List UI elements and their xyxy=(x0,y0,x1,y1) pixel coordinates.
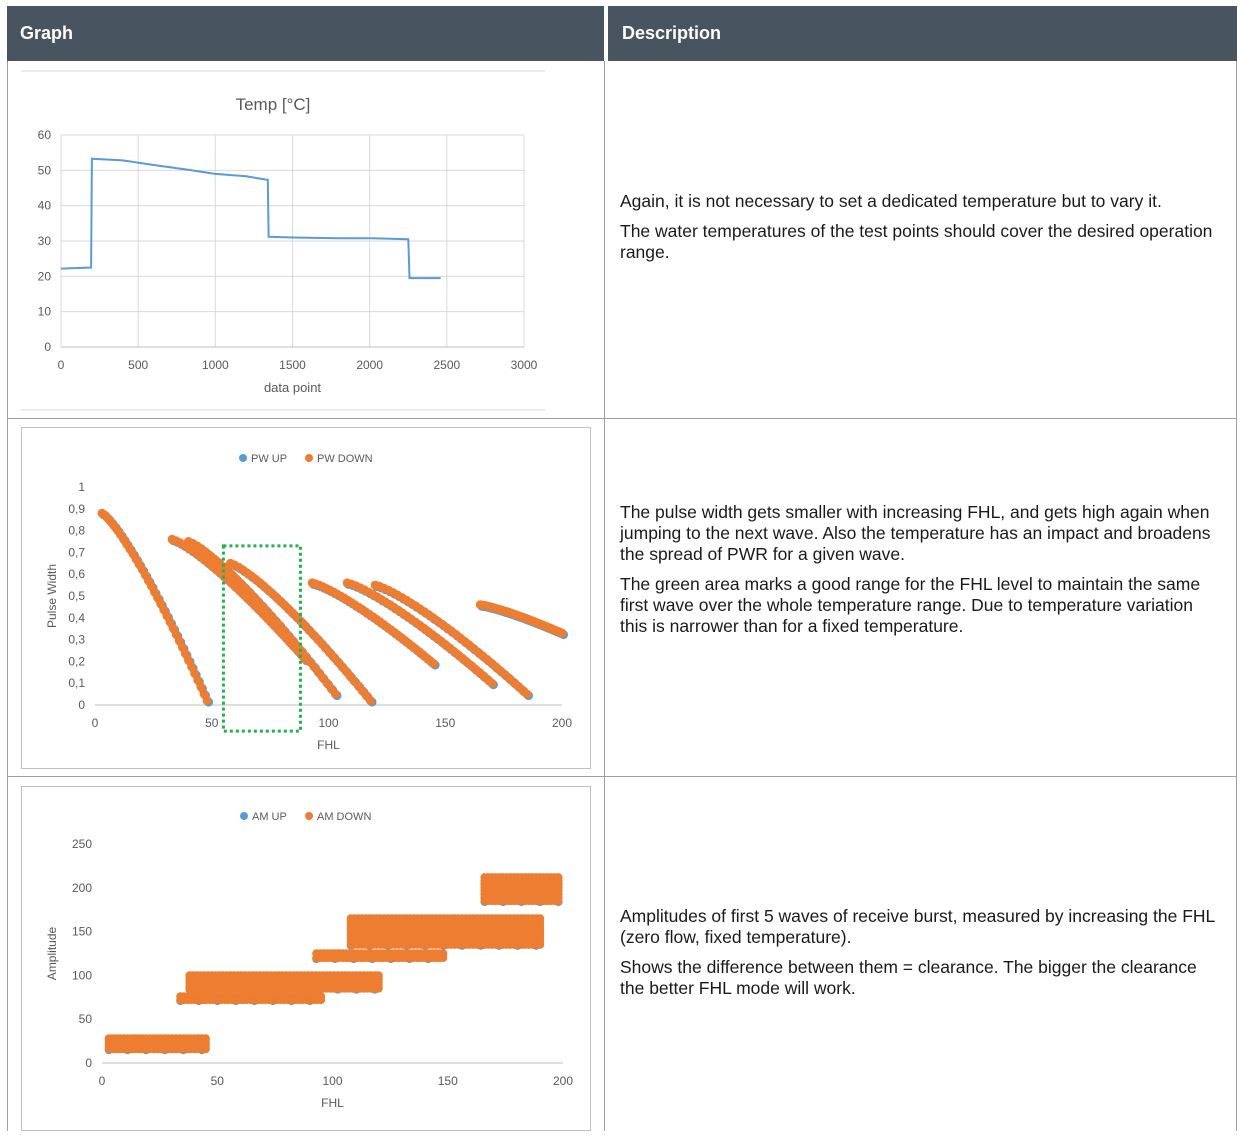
x-tick-label: 200 xyxy=(553,1074,573,1088)
y-tick-label: 0,1 xyxy=(68,676,85,690)
y-tick-label: 0,7 xyxy=(68,545,85,559)
x-tick-label: 1000 xyxy=(202,358,229,372)
x-axis-title: FHL xyxy=(321,1096,344,1110)
x-tick-label: 0 xyxy=(58,358,65,372)
x-tick-label: 200 xyxy=(552,716,572,730)
x-tick-label: 0 xyxy=(99,1074,106,1088)
x-tick-label: 150 xyxy=(435,716,455,730)
row-divider-1 xyxy=(7,418,1237,419)
y-axis-title: Pulse Width xyxy=(45,564,59,628)
temperature-line-chart: Temp [°C] 0 10 20 30 40 50 60 0 500 1000 1500 2000 25… xyxy=(21,70,545,411)
x-tick-label: 0 xyxy=(92,716,99,730)
legend-marker-pw-up xyxy=(239,454,247,462)
data-point xyxy=(202,696,212,706)
y-axis-title: Amplitude xyxy=(45,927,59,981)
data-point xyxy=(429,659,439,669)
chart-amplitude: AM UP AM DOWN 0 50 100 150 200 250 0 50 100 150 200 F… xyxy=(21,786,591,1131)
x-tick-label: 3000 xyxy=(511,358,538,372)
legend-marker-am-up xyxy=(240,812,248,820)
legend-marker-am-down xyxy=(305,812,313,820)
x-axis-title: FHL xyxy=(317,738,340,752)
row3-paragraph-2: Shows the difference between them = clea… xyxy=(620,957,1197,998)
x-tick-label: 150 xyxy=(438,1074,458,1088)
y-tick-label: 0,2 xyxy=(68,654,85,668)
legend-label-am-down: AM DOWN xyxy=(317,811,371,823)
row2-description: The pulse width gets smaller with increa… xyxy=(620,502,1220,646)
info-table: Graph Description Temp [°C] 0 10 20 30 40 50 60… xyxy=(7,6,1237,1131)
temperature-series-line xyxy=(60,157,441,280)
y-tick-label: 0,3 xyxy=(68,633,85,647)
chart-title: Temp [°C] xyxy=(236,95,311,114)
legend-marker-pw-down xyxy=(305,454,313,462)
data-point xyxy=(557,628,567,638)
row1-paragraph-1: Again, it is not necessary to set a dedi… xyxy=(620,191,1162,211)
y-tick-label: 0 xyxy=(85,1056,92,1070)
y-tick-label: 40 xyxy=(38,199,52,213)
row2-paragraph-1: The pulse width gets smaller with increa… xyxy=(620,502,1211,564)
data-point xyxy=(316,992,326,1001)
x-tick-label: 50 xyxy=(211,1074,225,1088)
x-tick-label: 100 xyxy=(318,716,338,730)
y-tick-label: 250 xyxy=(72,837,92,851)
y-tick-label: 0 xyxy=(44,340,51,354)
data-point xyxy=(201,1034,210,1043)
x-tick-label: 50 xyxy=(205,716,219,730)
pulse-width-scatter-chart: PW UP PW DOWN 0 0,1 0,2 0,3 0,4 0,5 0,6 0,7 0,8 0,9… xyxy=(45,453,572,752)
data-point xyxy=(366,696,375,706)
y-tick-label: 50 xyxy=(79,1012,93,1026)
y-tick-label: 0,5 xyxy=(68,589,85,603)
chart-pulse-width: PW UP PW DOWN 0 0,1 0,2 0,3 0,4 0,5 0,6 0,7 0,8 0,9… xyxy=(21,427,591,769)
table-border-right xyxy=(1236,61,1237,1131)
table-border-left xyxy=(7,61,8,1131)
header-graph: Graph xyxy=(7,6,604,61)
y-tick-label: 20 xyxy=(38,269,52,283)
y-tick-label: 100 xyxy=(72,968,92,982)
y-tick-label: 0,9 xyxy=(68,502,85,516)
y-tick-label: 50 xyxy=(38,163,52,177)
y-tick-label: 150 xyxy=(72,925,92,939)
data-point xyxy=(438,949,448,958)
x-tick-label: 1500 xyxy=(279,358,306,372)
header-description: Description xyxy=(606,6,1237,61)
chart-temperature: Temp [°C] 0 10 20 30 40 50 60 0 500 1000 1500 2000 25… xyxy=(21,70,545,413)
row3-description: Amplitudes of first 5 waves of receive b… xyxy=(620,906,1220,1008)
row-divider-2 xyxy=(7,776,1237,777)
data-point xyxy=(331,689,340,699)
x-tick-label: 500 xyxy=(128,358,148,372)
y-tick-label: 1 xyxy=(78,480,85,494)
x-tick-label: 100 xyxy=(322,1074,342,1088)
legend-label-pw-up: PW UP xyxy=(251,453,287,465)
data-point xyxy=(522,689,532,699)
row1-paragraph-2: The water temperatures of the test point… xyxy=(620,221,1213,262)
data-point xyxy=(535,914,545,923)
x-tick-label: 2000 xyxy=(356,358,383,372)
y-tick-label: 0,4 xyxy=(68,611,85,625)
data-point xyxy=(554,873,563,882)
x-tick-label: 2500 xyxy=(433,358,460,372)
y-tick-label: 10 xyxy=(38,305,52,319)
amplitude-scatter-chart: AM UP AM DOWN 0 50 100 150 200 250 0 50 100 150 200 F… xyxy=(45,811,573,1110)
data-point xyxy=(374,971,383,980)
data-point xyxy=(487,678,497,688)
y-tick-label: 60 xyxy=(38,128,52,142)
y-tick-label: 0,6 xyxy=(68,567,85,581)
row3-paragraph-1: Amplitudes of first 5 waves of receive b… xyxy=(620,906,1215,947)
row1-description: Again, it is not necessary to set a dedi… xyxy=(620,191,1220,272)
x-axis-title: data point xyxy=(264,380,321,395)
legend-label-am-up: AM UP xyxy=(252,811,287,823)
legend-label-pw-down: PW DOWN xyxy=(317,453,373,465)
y-tick-label: 30 xyxy=(38,234,52,248)
row2-paragraph-2: The green area marks a good range for th… xyxy=(620,574,1201,636)
column-divider xyxy=(604,61,605,1131)
y-tick-label: 200 xyxy=(72,881,92,895)
y-tick-label: 0 xyxy=(78,698,85,712)
y-tick-label: 0,8 xyxy=(68,524,85,538)
